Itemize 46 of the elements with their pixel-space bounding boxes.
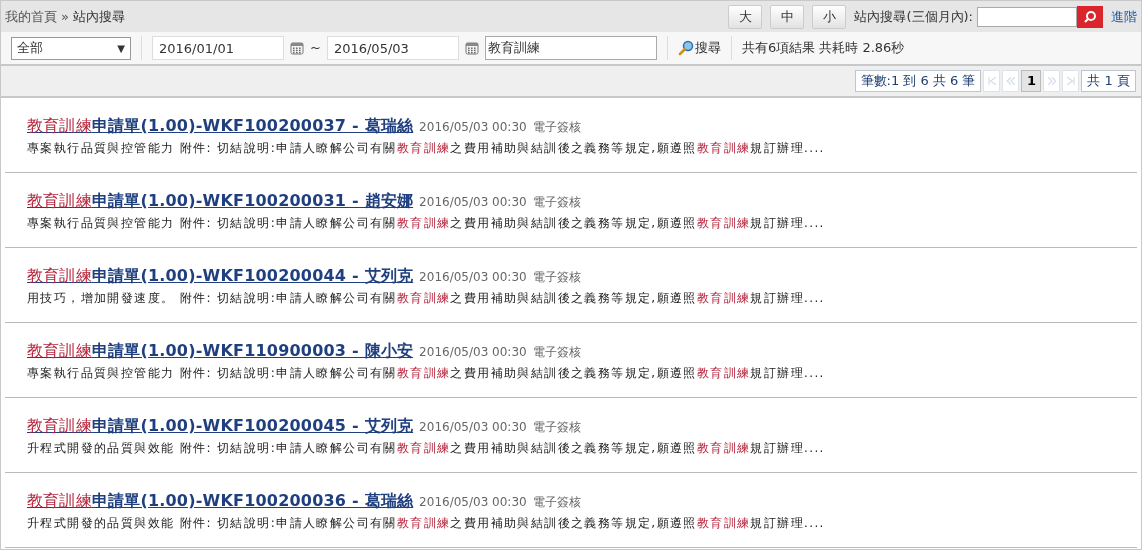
left-chevron-icon: [1004, 74, 1017, 88]
search-icon: [677, 40, 694, 56]
result-type: 電子簽核: [532, 494, 581, 511]
result-type: 電子簽核: [532, 119, 581, 136]
quick-search-field[interactable]: [977, 6, 1077, 27]
breadcrumb-separator: »: [61, 7, 69, 26]
result-time: 2016/05/03 00:30: [419, 194, 527, 211]
result-type: 電子簽核: [532, 194, 581, 211]
result-type: 電子簽核: [532, 419, 581, 436]
result-time: 2016/05/03 00:30: [419, 269, 527, 286]
breadcrumb-home[interactable]: 我的首頁: [5, 6, 57, 27]
advanced-search-link[interactable]: 進階: [1111, 6, 1137, 27]
result-snippet: 升程式開發的品質與效能 附件: 切結說明:申請人瞭解公司有關教育訓練之費用補助與結訓後之義務等規定,願遵照教育訓練規訂辦理....: [27, 515, 826, 532]
result-time: 2016/05/03 00:30: [419, 344, 527, 361]
font-size-button[interactable]: 小: [812, 4, 847, 29]
search-button[interactable]: [1077, 5, 1103, 28]
right-chevron-icon: [1064, 74, 1077, 88]
right-chevron-icon: [1045, 74, 1058, 88]
left-chevron-icon: [985, 74, 998, 88]
result-time: 2016/05/03 00:30: [419, 119, 527, 136]
result-snippet: 專案執行品質與控管能力 附件: 切結說明:申請人瞭解公司有關教育訓練之費用補助與結訓後之義務等規定,願遵照教育訓練規訂辦理....: [27, 140, 826, 157]
result-type: 電子簽核: [532, 344, 581, 361]
result-time: 2016/05/03 00:30: [419, 419, 527, 436]
result-snippet: 專案執行品質與控管能力 附件: 切結說明:申請人瞭解公司有關教育訓練之費用補助與結訓後之義務等規定,願遵照教育訓練規訂辦理....: [27, 215, 826, 232]
search-button[interactable]: 搜尋: [677, 38, 721, 58]
keyword-field[interactable]: 教育訓練: [484, 36, 657, 60]
result-time: 2016/05/03 00:30: [419, 494, 527, 511]
result-type: 電子簽核: [532, 269, 581, 286]
total-pages: 共 1 頁: [1081, 70, 1136, 92]
result-summary: 共有6項結果 共耗時 2.86秒: [741, 39, 905, 58]
result-snippet: 用技巧，增加開發速度。 附件: 切結說明:申請人瞭解公司有關教育訓練之費用補助與結訓後之義務等規定,願遵照教育訓練規訂辦理....: [27, 290, 826, 307]
font-size-button[interactable]: 中: [770, 4, 805, 29]
date-to-field[interactable]: 2016/05/03: [326, 36, 459, 60]
search-icon: [1083, 9, 1097, 24]
range-separator: ~: [310, 39, 321, 58]
result-snippet: 專案執行品質與控管能力 附件: 切結說明:申請人瞭解公司有關教育訓練之費用補助與結訓後之義務等規定,願遵照教育訓練規訂辦理....: [27, 365, 826, 382]
category-select[interactable]: 全部 ▼: [11, 36, 131, 60]
result-snippet: 升程式開發的品質與效能 附件: 切結說明:申請人瞭解公司有關教育訓練之費用補助與結訓後之義務等規定,願遵照教育訓練規訂辦理....: [27, 440, 826, 457]
font-size-button[interactable]: 大: [728, 4, 763, 29]
calendar-icon[interactable]: [464, 41, 479, 55]
calendar-icon[interactable]: [290, 41, 304, 55]
record-count: 筆數:1 到 6 共 6 筆: [854, 70, 982, 92]
breadcrumb-current: 站內搜尋: [72, 7, 125, 26]
page-button[interactable]: 1: [1021, 70, 1042, 92]
quick-search-label: 站內搜尋(三個月內):: [854, 7, 973, 26]
date-from-field[interactable]: 2016/01/01: [152, 36, 284, 60]
